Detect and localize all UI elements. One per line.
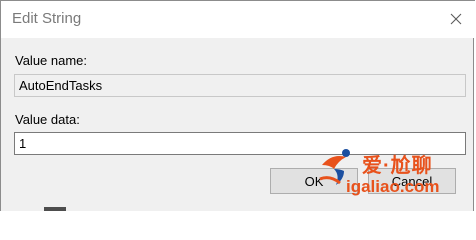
- title-bar[interactable]: Edit String: [1, 0, 475, 38]
- watermark-url: igaliao.com: [346, 177, 440, 196]
- value-data-label: Value data:: [15, 112, 80, 127]
- value-name-label: Value name:: [15, 53, 88, 68]
- close-button[interactable]: [441, 4, 471, 34]
- background-fragment: [44, 207, 66, 211]
- site-watermark: 爱·尬聊 igaliao.com: [316, 145, 474, 207]
- watermark-text: 爱·尬聊: [362, 155, 433, 177]
- window-title: Edit String: [12, 10, 82, 27]
- close-icon: [450, 13, 462, 25]
- value-name-field: AutoEndTasks: [14, 74, 466, 97]
